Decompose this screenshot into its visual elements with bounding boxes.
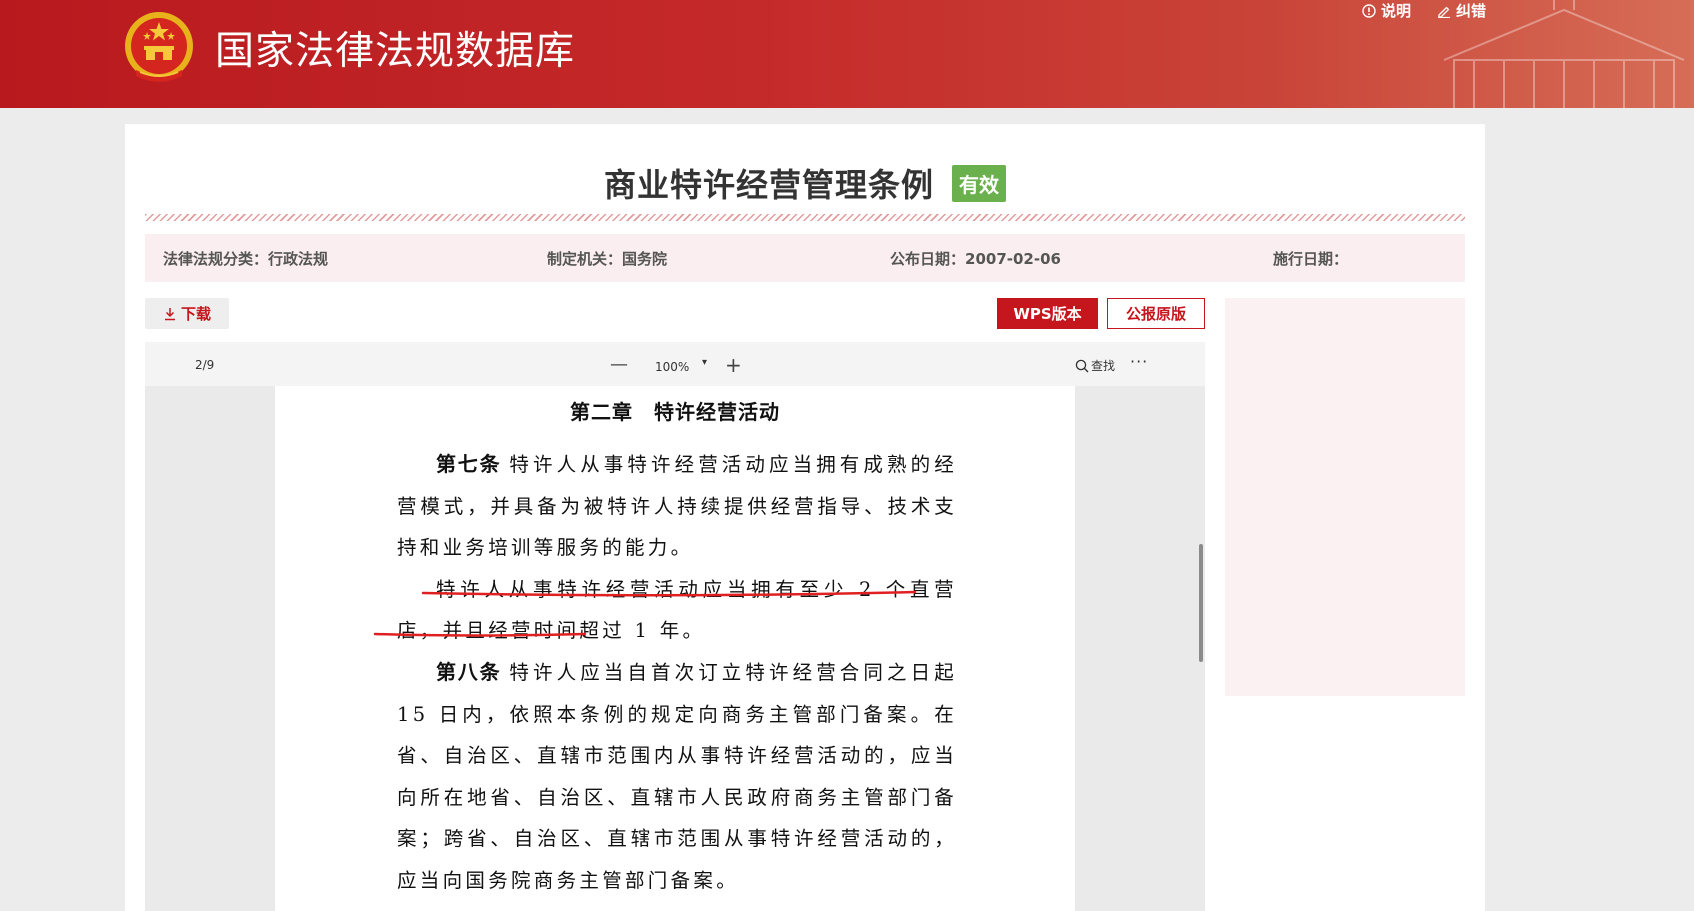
article-7-paragraph-2: 特许人从事特许经营活动应当拥有至少 2 个直营店，并且经营时间超过 1 年。: [397, 577, 957, 643]
more-options-button[interactable]: ···: [1130, 352, 1148, 371]
report-error-link-label: 纠错: [1455, 2, 1486, 20]
document-page: 第二章 特许经营活动 第七条 特许人从事特许经营活动应当拥有成熟的经营模式，并具备…: [275, 386, 1075, 911]
zoom-in-button[interactable]: +: [725, 353, 742, 377]
meta-effective-date: 施行日期：: [1273, 248, 1348, 269]
hatched-divider: [145, 214, 1465, 221]
gazette-original-button[interactable]: 公报原版: [1107, 298, 1205, 329]
site-header: 国家法律法规数据库 说明 纠错: [0, 0, 1694, 108]
national-emblem-icon: [125, 12, 193, 82]
help-link[interactable]: 说明: [1362, 0, 1411, 21]
article-8-paragraph: 第八条 特许人应当自首次订立特许经营合同之日起 15 日内，依照本条例的规定向商务…: [397, 652, 957, 902]
meta-publish-date: 公布日期：2007-02-06: [890, 248, 1061, 269]
article-8-text: 特许人应当自首次订立特许经营合同之日起 15 日内，依照本条例的规定向商务主管部…: [397, 660, 958, 892]
document-viewer[interactable]: 2/9 — 100% ▾ + 查找 ··· 第二章 特许经营活动 第七条 特许人从…: [145, 342, 1205, 911]
header-links: 说明 纠错: [1362, 0, 1486, 21]
meta-authority-value: 国务院: [622, 250, 668, 268]
document-card: 商业特许经营管理条例 有效 法律法规分类：行政法规 制定机关：国务院 公布日期：…: [125, 124, 1485, 911]
document-meta-bar: 法律法规分类：行政法规 制定机关：国务院 公布日期：2007-02-06 施行日…: [145, 234, 1465, 282]
article-8-number: 第八条: [436, 659, 502, 684]
article-7-paragraph-1: 第七条 特许人从事特许经营活动应当拥有成熟的经营模式，并具备为被特许人持续提供经营…: [397, 444, 957, 569]
download-icon: [164, 307, 175, 320]
find-button[interactable]: 查找: [1075, 357, 1115, 374]
info-icon: [1362, 3, 1376, 18]
search-icon: [1075, 359, 1089, 372]
zoom-dropdown-caret-icon[interactable]: ▾: [702, 357, 707, 368]
site-title: 国家法律法规数据库: [215, 29, 576, 74]
meta-authority: 制定机关：国务院: [547, 248, 667, 269]
wps-version-button[interactable]: WPS版本: [997, 298, 1098, 329]
meta-authority-label: 制定机关：: [547, 250, 623, 268]
pencil-icon: [1437, 6, 1450, 18]
status-badge: 有效: [952, 164, 1006, 202]
zoom-level: 100%: [655, 360, 690, 374]
meta-category-label: 法律法规分类：: [163, 250, 269, 268]
article-7-number: 第七条: [436, 452, 502, 476]
meta-effective-label: 施行日期：: [1273, 250, 1349, 268]
report-error-link[interactable]: 纠错: [1437, 0, 1486, 21]
page-counter: 2/9: [195, 358, 215, 372]
meta-publish-value: 2007-02-06: [965, 250, 1061, 268]
viewer-toolbar: 2/9 — 100% ▾ + 查找 ···: [145, 342, 1205, 386]
zoom-out-button[interactable]: —: [610, 354, 628, 375]
document-title: 商业特许经营管理条例: [603, 166, 934, 204]
chapter-heading: 第二章 特许经营活动: [570, 400, 780, 424]
download-button-label: 下载: [180, 305, 211, 323]
viewer-scrollbar[interactable]: [1199, 544, 1203, 662]
meta-category-value: 行政法规: [268, 250, 329, 268]
document-title-row: 商业特许经营管理条例 有效: [125, 160, 1485, 206]
download-button[interactable]: 下载: [145, 298, 229, 329]
help-link-label: 说明: [1380, 2, 1411, 20]
meta-publish-label: 公布日期：: [890, 250, 966, 268]
side-panel: [1225, 298, 1465, 696]
page-body-text: 第七条 特许人从事特许经营活动应当拥有成熟的经营模式，并具备为被特许人持续提供经营…: [397, 444, 957, 902]
find-button-label: 查找: [1091, 359, 1116, 373]
meta-category: 法律法规分类：行政法规: [163, 248, 328, 269]
